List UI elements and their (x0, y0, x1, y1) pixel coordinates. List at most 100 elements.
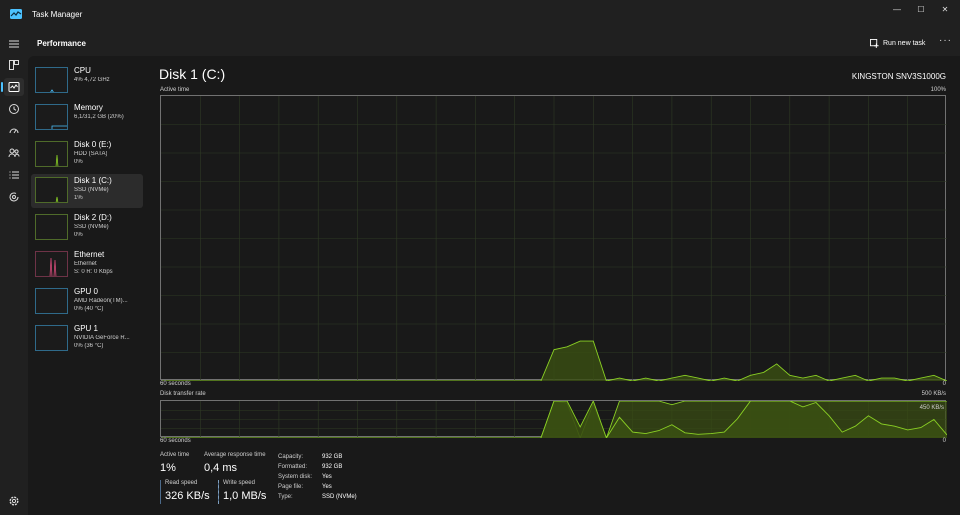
minimize-icon: — (893, 4, 901, 14)
device-name: CPU (74, 66, 91, 75)
device-name: GPU 0 (74, 286, 99, 296)
device-detail: 4% 4,72 GHz (74, 77, 110, 83)
device-thumbnail-graph (35, 287, 68, 314)
device-thumbnail-graph (35, 177, 68, 204)
device-detail: SSD (NVMe) (74, 187, 109, 194)
maximize-icon: ☐ (917, 4, 925, 14)
device-detail: SSD (NVMe) (74, 224, 109, 231)
active-time-value: 1% (160, 462, 176, 474)
read-speed-label: Read speed (165, 480, 198, 486)
device-thumbnail-line (51, 125, 67, 129)
property-value: SSD (NVMe) (322, 494, 357, 500)
active-time-chart-svg (161, 96, 948, 382)
performance-panel: CPU 4% 4,72 GHz Memory 6,1/31,2 GB (20%) Dis… (28, 56, 960, 515)
device-thumbnail-graph (35, 251, 68, 277)
avg-response-label: Average response time (204, 452, 266, 458)
device-name: Memory (74, 102, 103, 112)
read-speed-value: 326 KB/s (165, 490, 210, 502)
property-label: Type: (278, 494, 293, 500)
property-value: 932 GB (322, 454, 343, 460)
device-thumbnail-line (55, 197, 59, 203)
active-time-axis-start: 60 seconds (160, 381, 191, 387)
transfer-rate-chart-svg (161, 399, 948, 440)
device-name: Disk 2 (D:) (74, 213, 112, 223)
navigation-rail (0, 30, 28, 515)
device-usage: 0% (40 °C) (74, 305, 104, 312)
property-value: 932 GB (322, 464, 343, 470)
gear-icon[interactable] (8, 495, 20, 507)
device-thumbnail-graph (35, 214, 68, 241)
device-name: Ethernet (74, 250, 105, 259)
device-item[interactable]: GPU 0 AMD Radeon(TM)... 0% (40 °C) (31, 285, 143, 319)
active-time-chart-max: 100% (930, 87, 946, 93)
device-title: Disk 1 (C:) (159, 66, 226, 82)
run-new-task-button[interactable]: Run new task (870, 36, 925, 50)
device-detail: AMD Radeon(TM)... (74, 297, 128, 304)
page-title: Performance (37, 39, 86, 48)
device-thumbnail-line (55, 154, 59, 166)
device-item[interactable]: Disk 1 (C:) SSD (NVMe) 1% (31, 174, 143, 209)
app-history-icon[interactable] (6, 102, 22, 116)
device-item[interactable]: Memory 6,1/31,2 GB (20%) (31, 101, 143, 135)
close-button[interactable]: ✕ (930, 0, 960, 18)
services-icon[interactable] (6, 190, 22, 204)
device-item[interactable]: Disk 0 (E:) HDD (SATA) 0% (31, 138, 143, 172)
window-title: Task Manager (32, 10, 83, 19)
transfer-rate-chart-label: Disk transfer rate (160, 391, 206, 397)
device-thumbnail-graph (35, 103, 68, 130)
active-time-chart (160, 95, 948, 382)
device-detail: HDD (SATA) (74, 150, 108, 157)
device-thumbnail-line (49, 257, 57, 276)
device-usage: 0% (74, 158, 83, 165)
device-detail: NVIDIA GeForce R... (74, 334, 130, 341)
performance-icon[interactable] (1, 78, 24, 96)
transfer-axis-start: 60 seconds (160, 438, 191, 444)
title-bar: Task Manager — ☐ ✕ (0, 0, 960, 30)
details-icon[interactable] (6, 168, 22, 182)
device-model: KINGSTON SNV3S1000G (851, 72, 946, 81)
device-detail: 6,1/31,2 GB (20%) (74, 113, 124, 120)
property-value: Yes (322, 484, 332, 490)
write-speed-marker (218, 480, 219, 504)
property-value: Yes (322, 474, 332, 480)
device-item[interactable]: Disk 2 (D:) SSD (NVMe) 0% (31, 211, 143, 245)
users-icon[interactable] (6, 146, 22, 160)
active-time-chart-label: Active time (160, 87, 190, 93)
device-name: Disk 1 (C:) (74, 176, 112, 186)
device-name: Disk 0 (E:) (74, 139, 112, 149)
device-thumbnail-graph (35, 67, 68, 93)
hamburger-icon[interactable] (6, 37, 22, 51)
transfer-rate-mark: 450 KB/s (919, 405, 944, 411)
property-label: System disk: (278, 474, 313, 480)
startup-apps-icon[interactable] (6, 124, 22, 138)
write-speed-label: Write speed (223, 480, 255, 486)
device-name: GPU 1 (74, 323, 99, 333)
more-options-button[interactable]: ··· (939, 35, 952, 46)
device-detail: Ethernet (74, 261, 97, 267)
device-usage: 0% (36 °C) (74, 342, 104, 349)
run-new-task-label: Run new task (883, 39, 926, 47)
close-icon: ✕ (941, 4, 949, 14)
active-time-axis-end: 0 (942, 381, 946, 387)
device-usage: S: 0 R: 0 Kbps (74, 269, 113, 275)
device-item[interactable]: GPU 1 NVIDIA GeForce R... 0% (36 °C) (31, 322, 143, 356)
page-header: Performance Run new task ··· (28, 30, 960, 56)
property-label: Capacity: (278, 454, 304, 460)
task-manager-app-icon (10, 9, 22, 19)
read-speed-marker (160, 480, 161, 504)
run-task-icon (870, 38, 879, 48)
device-thumbnail-graph (35, 140, 68, 167)
device-usage: 0% (74, 232, 83, 239)
property-label: Formatted: (278, 464, 308, 470)
device-item[interactable]: Ethernet Ethernet S: 0 R: 0 Kbps (31, 248, 143, 282)
avg-response-value: 0,4 ms (204, 462, 238, 474)
processes-icon[interactable] (6, 58, 22, 72)
device-thumbnail-graph (35, 324, 68, 351)
transfer-axis-end: 0 (942, 438, 946, 444)
device-item[interactable]: CPU 4% 4,72 GHz (31, 64, 143, 98)
transfer-rate-chart (160, 399, 948, 440)
device-usage: 1% (74, 195, 83, 202)
transfer-rate-chart-max: 500 KB/s (921, 391, 946, 397)
write-speed-value: 1,0 MB/s (223, 490, 267, 502)
device-thumbnail-line (50, 89, 54, 92)
